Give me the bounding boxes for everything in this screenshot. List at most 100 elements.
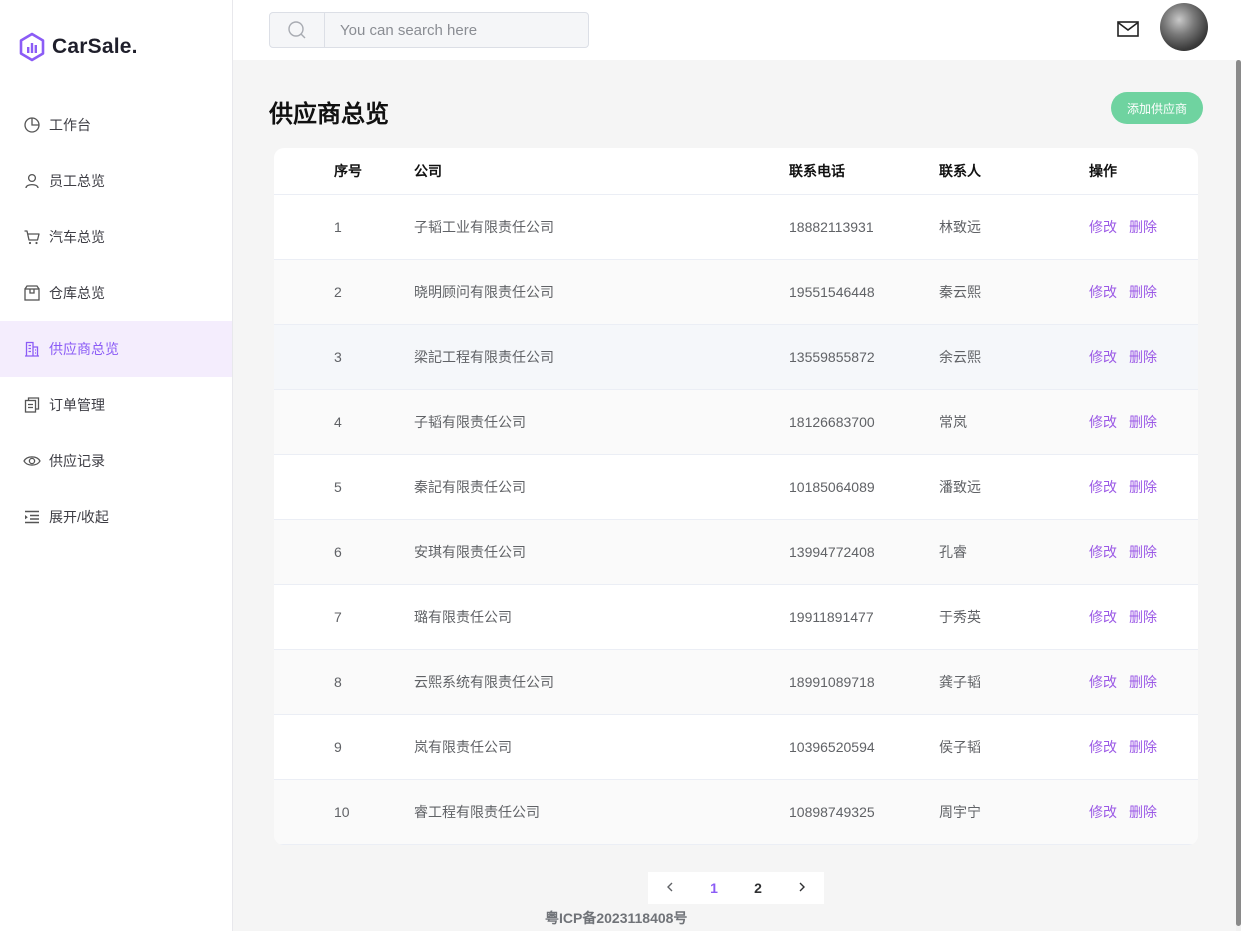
- table-row: 3 梁記工程有限责任公司 13559855872 余云熙 修改 删除: [274, 325, 1198, 390]
- delete-button[interactable]: 删除: [1129, 672, 1157, 692]
- cell-phone: 13559855872: [789, 349, 875, 365]
- edit-button[interactable]: 修改: [1089, 477, 1117, 497]
- table-row: 6 安琪有限责任公司 13994772408 孔睿 修改 删除: [274, 520, 1198, 585]
- sidebar-item-toggle[interactable]: 展开/收起: [0, 489, 232, 545]
- delete-button[interactable]: 删除: [1129, 607, 1157, 627]
- edit-button[interactable]: 修改: [1089, 217, 1117, 237]
- sidebar-item-label: 订单管理: [49, 397, 105, 413]
- avatar[interactable]: [1160, 3, 1208, 51]
- table-body: 1 子韬工业有限责任公司 18882113931 林致远 修改 删除 2 晓明顾问有限责任公司…: [274, 195, 1198, 845]
- eye-icon: [23, 452, 41, 470]
- add-supplier-button[interactable]: 添加供应商: [1111, 92, 1203, 124]
- search-box: [269, 12, 589, 48]
- cell-actions: 修改 删除: [1089, 607, 1198, 627]
- cell-index: 3: [334, 349, 342, 365]
- cell-contact: 秦云熙: [939, 284, 981, 300]
- cell-contact: 侯子韬: [939, 739, 981, 755]
- delete-button[interactable]: 删除: [1129, 282, 1157, 302]
- office-building-icon: [23, 340, 41, 358]
- cell-company: 晓明顾问有限责任公司: [414, 284, 554, 300]
- edit-button[interactable]: 修改: [1089, 542, 1117, 562]
- edit-button[interactable]: 修改: [1089, 282, 1117, 302]
- main-content: 供应商总览 添加供应商 序号 公司 联系电话 联系人 操作 1 子韬工业有限责任公…: [233, 60, 1236, 931]
- table-row: 7 璐有限责任公司 19911891477 于秀英 修改 删除: [274, 585, 1198, 650]
- sidebar-item-label: 工作台: [49, 117, 91, 133]
- chevron-right-icon[interactable]: [787, 880, 817, 896]
- cell-index: 7: [334, 609, 342, 625]
- cell-company: 子韬工业有限责任公司: [414, 219, 554, 235]
- cell-index: 6: [334, 544, 342, 560]
- logo[interactable]: CarSale.: [18, 32, 138, 62]
- edit-button[interactable]: 修改: [1089, 672, 1117, 692]
- edit-button[interactable]: 修改: [1089, 737, 1117, 757]
- cell-index: 4: [334, 414, 342, 430]
- cell-actions: 修改 删除: [1089, 282, 1198, 302]
- edit-button[interactable]: 修改: [1089, 607, 1117, 627]
- cell-phone: 10185064089: [789, 479, 875, 495]
- table-row: 1 子韬工业有限责任公司 18882113931 林致远 修改 删除: [274, 195, 1198, 260]
- search-input[interactable]: [325, 13, 588, 47]
- logo-icon: [19, 32, 45, 62]
- delete-button[interactable]: 删除: [1129, 737, 1157, 757]
- cell-company: 安琪有限责任公司: [414, 544, 526, 560]
- edit-button[interactable]: 修改: [1089, 802, 1117, 822]
- search-button[interactable]: [270, 13, 325, 47]
- edit-button[interactable]: 修改: [1089, 347, 1117, 367]
- delete-button[interactable]: 删除: [1129, 347, 1157, 367]
- cell-contact: 常岚: [939, 414, 967, 430]
- sidebar-item-label: 汽车总览: [49, 229, 105, 245]
- cell-contact: 潘致远: [939, 479, 981, 495]
- chevron-left-icon[interactable]: [655, 880, 685, 896]
- sidebar-item-supply-records[interactable]: 供应记录: [0, 433, 232, 489]
- cell-company: 云熙系统有限责任公司: [414, 674, 554, 690]
- cell-actions: 修改 删除: [1089, 412, 1198, 432]
- delete-button[interactable]: 删除: [1129, 217, 1157, 237]
- cell-actions: 修改 删除: [1089, 477, 1198, 497]
- cell-actions: 修改 删除: [1089, 737, 1198, 757]
- cell-contact: 周宇宁: [939, 804, 981, 820]
- search-icon: [288, 21, 306, 39]
- sidebar-item-warehouse[interactable]: 仓库总览: [0, 265, 232, 321]
- edit-button[interactable]: 修改: [1089, 412, 1117, 432]
- column-header-phone: 联系电话: [789, 163, 845, 179]
- cell-actions: 修改 删除: [1089, 347, 1198, 367]
- column-header-index: 序号: [334, 163, 362, 179]
- cell-company: 梁記工程有限责任公司: [414, 349, 554, 365]
- delete-button[interactable]: 删除: [1129, 412, 1157, 432]
- page-button-1[interactable]: 1: [699, 880, 729, 896]
- cart-icon: [23, 228, 41, 246]
- sidebar-item-cars[interactable]: 汽车总览: [0, 209, 232, 265]
- page-scrollbar[interactable]: [1236, 60, 1241, 931]
- delete-button[interactable]: 删除: [1129, 477, 1157, 497]
- sidebar-item-orders[interactable]: 订单管理: [0, 377, 232, 433]
- sidebar-item-label: 展开/收起: [49, 509, 109, 525]
- sidebar-item-employees[interactable]: 员工总览: [0, 153, 232, 209]
- icp-footer: 粤ICP备2023118408号: [545, 910, 688, 926]
- sidebar-menu: 工作台 员工总览 汽车总览 仓库总览 供应商总览 订单管理 供应记录 展开/收起: [0, 97, 232, 545]
- sidebar-item-label: 供应商总览: [49, 341, 119, 357]
- cell-phone: 13994772408: [789, 544, 875, 560]
- table-header: 序号 公司 联系电话 联系人 操作: [274, 148, 1198, 195]
- page-title: 供应商总览: [269, 101, 389, 128]
- delete-button[interactable]: 删除: [1129, 542, 1157, 562]
- pagination: 1 2: [648, 872, 824, 904]
- cell-company: 秦記有限责任公司: [414, 479, 526, 495]
- cell-company: 岚有限责任公司: [414, 739, 512, 755]
- table-row: 5 秦記有限责任公司 10185064089 潘致远 修改 删除: [274, 455, 1198, 520]
- cell-company: 子韬有限责任公司: [414, 414, 526, 430]
- sidebar-item-workbench[interactable]: 工作台: [0, 97, 232, 153]
- cell-phone: 19551546448: [789, 284, 875, 300]
- cell-phone: 10898749325: [789, 804, 875, 820]
- sidebar-item-suppliers[interactable]: 供应商总览: [0, 321, 232, 377]
- delete-button[interactable]: 删除: [1129, 802, 1157, 822]
- cell-contact: 孔睿: [939, 544, 967, 560]
- cell-actions: 修改 删除: [1089, 217, 1198, 237]
- page-button-2[interactable]: 2: [743, 880, 773, 896]
- cell-phone: 19911891477: [789, 609, 874, 625]
- table-row: 10 睿工程有限责任公司 10898749325 周宇宁 修改 删除: [274, 780, 1198, 845]
- cell-index: 1: [334, 219, 342, 235]
- mail-icon[interactable]: [1116, 19, 1140, 39]
- cell-company: 睿工程有限责任公司: [414, 804, 540, 820]
- scrollbar-thumb[interactable]: [1236, 60, 1241, 926]
- cell-contact: 余云熙: [939, 349, 981, 365]
